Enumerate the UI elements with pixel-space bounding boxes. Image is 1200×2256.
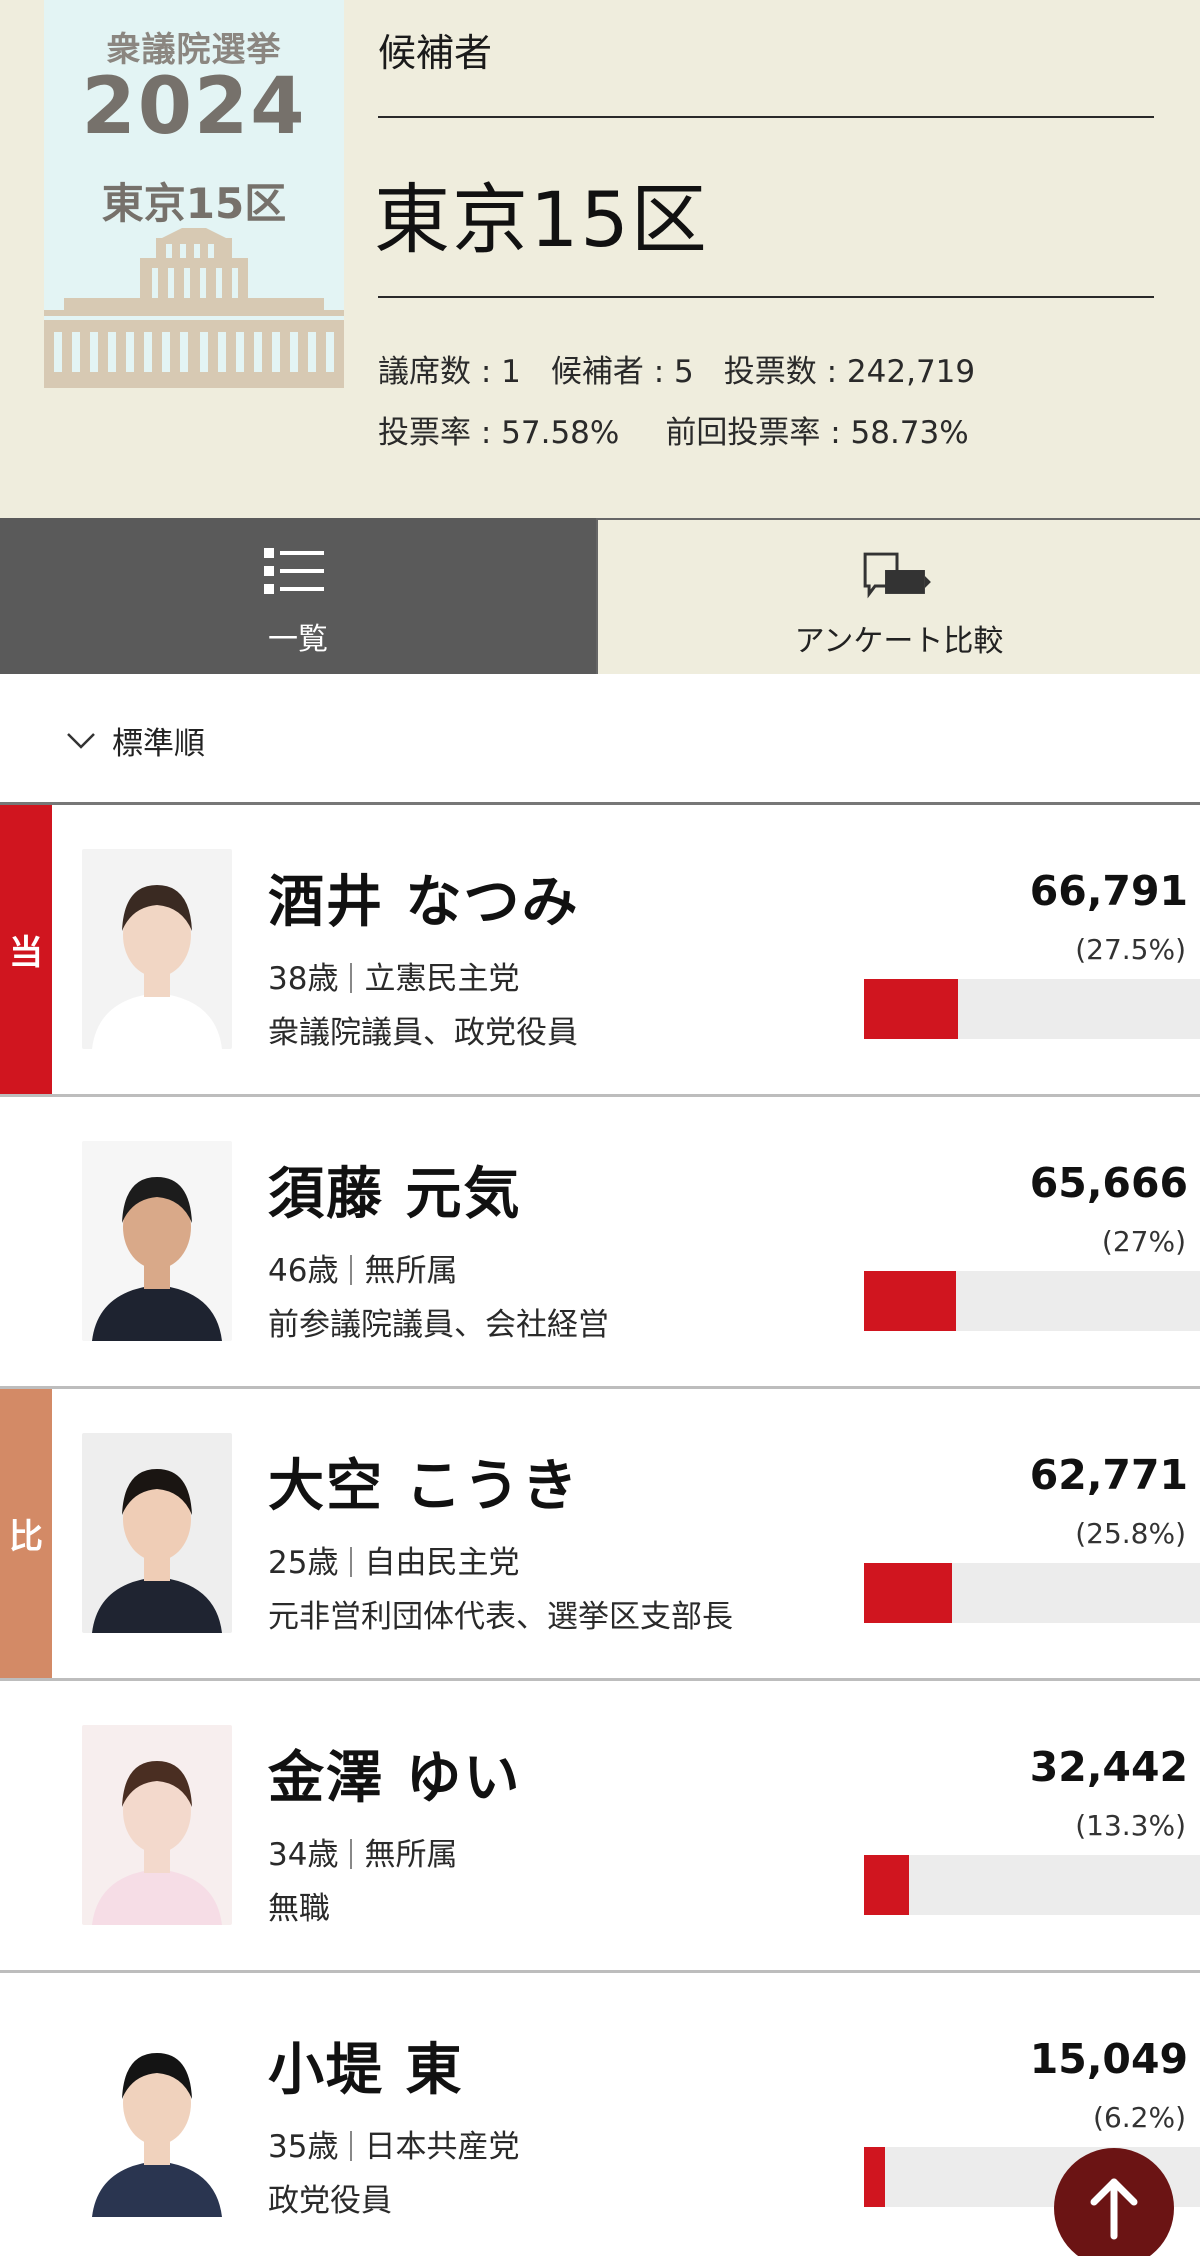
candidate-name[interactable]: 小堤 東 xyxy=(268,2025,464,2106)
result-badge: 比 xyxy=(0,1389,52,1678)
candidate-age-party: 38歳 立憲民主党 xyxy=(268,953,519,998)
vote-share-bar-fill xyxy=(864,1271,956,1331)
candidate-age: 34歳 xyxy=(268,1837,339,1873)
candidate-party: 無所属 xyxy=(364,1253,458,1289)
previous-turnout-stat: 前回投票率 : 58.73% xyxy=(665,415,969,451)
candidate-career: 前参議院議員、会社経営 xyxy=(268,1307,609,1343)
candidate-name[interactable]: 金澤 ゆい xyxy=(268,1733,522,1814)
candidate-party: 日本共産党 xyxy=(364,2129,520,2165)
candidate-photo xyxy=(82,1141,232,1341)
tab-survey-compare[interactable]: アンケート比較 xyxy=(596,518,1200,674)
divider xyxy=(378,116,1154,118)
candidate-photo xyxy=(82,849,232,1049)
candidate-age-party: 46歳 無所属 xyxy=(268,1245,457,1290)
vote-share-bar xyxy=(864,1855,1200,1915)
separator xyxy=(350,2131,353,2161)
logo-year: 2024 xyxy=(81,62,307,152)
view-tabs: 一覧 アンケート比較 xyxy=(0,518,1200,674)
candidate-career: 無職 xyxy=(268,1891,330,1927)
separator xyxy=(350,1255,353,1285)
logo-district: 東京15区 xyxy=(101,179,287,228)
stats-row: 投票率 : 57.58% 前回投票率 : 58.73% xyxy=(378,407,969,452)
header: 衆議院選挙 2024 東京15区 候補者 東京15区 議席数: 1 候補者:… xyxy=(0,0,1200,518)
candidate-name[interactable]: 須藤 元気 xyxy=(268,1149,522,1230)
vote-share-bar-fill xyxy=(864,1563,952,1623)
list-icon xyxy=(264,548,324,594)
turnout-stat: 投票率 : 57.58% xyxy=(378,415,620,451)
tab-survey-label: アンケート比較 xyxy=(794,624,1004,659)
vote-share-bar xyxy=(864,1563,1200,1623)
vote-share-bar xyxy=(864,1271,1200,1331)
vote-count: 62,771 xyxy=(1029,1451,1188,1499)
candidate-party: 立憲民主党 xyxy=(364,961,520,997)
separator xyxy=(350,963,353,993)
candidate-row[interactable]: 須藤 元気 46歳 無所属前参議院議員、会社経営 65,666 (27%) xyxy=(0,1094,1200,1386)
sort-label: 標準順 xyxy=(112,726,205,762)
votes-stat: 投票数 : 242,719 xyxy=(723,354,976,390)
compare-icon xyxy=(863,552,931,599)
candidate-age: 46歳 xyxy=(268,1253,339,1289)
candidate-row[interactable]: 当 酒井 なつみ 38歳 立憲民主党衆議院議員、政党役員 66,791 (27.5%) xyxy=(0,802,1200,1094)
candidate-career: 衆議院議員、政党役員 xyxy=(268,1015,578,1051)
candidate-name[interactable]: 大空 こうき xyxy=(268,1441,580,1522)
divider xyxy=(378,296,1154,298)
candidate-age: 25歳 xyxy=(268,1545,339,1581)
page-title: 東京15区 xyxy=(374,175,709,264)
candidate-row[interactable]: 小堤 東 35歳 日本共産党政党役員 15,049 (6.2%) xyxy=(0,1970,1200,2256)
candidate-photo xyxy=(82,2017,232,2217)
vote-share: (13.3%) xyxy=(1075,1809,1186,1842)
separator xyxy=(350,1547,353,1577)
separator xyxy=(350,1839,353,1869)
vote-share: (6.2%) xyxy=(1093,2101,1186,2134)
result-badge: 当 xyxy=(0,805,52,1094)
vote-share: (27.5%) xyxy=(1075,933,1186,966)
candidate-age: 35歳 xyxy=(268,2129,339,2165)
candidate-name[interactable]: 酒井 なつみ xyxy=(268,857,580,938)
sort-dropdown[interactable]: 標準順 xyxy=(64,718,205,763)
chevron-down-icon xyxy=(67,732,95,749)
seats-stat: 議席数 : 1 xyxy=(378,354,521,390)
vote-count: 65,666 xyxy=(1029,1159,1188,1207)
candidate-party: 自由民主党 xyxy=(364,1545,520,1581)
candidate-list: 当 酒井 なつみ 38歳 立憲民主党衆議院議員、政党役員 66,791 (27.5%) 須藤… xyxy=(0,802,1200,2256)
vote-share-bar-fill xyxy=(864,2147,885,2207)
candidate-age-party: 35歳 日本共産党 xyxy=(268,2121,519,2166)
candidate-row[interactable]: 金澤 ゆい 34歳 無所属 無職 32,442 (13.3%) xyxy=(0,1678,1200,1970)
vote-count: 66,791 xyxy=(1029,867,1188,915)
candidate-age-party: 25歳 自由民主党 xyxy=(268,1537,519,1582)
candidate-photo xyxy=(82,1433,232,1633)
diet-building-icon xyxy=(44,228,344,388)
vote-share: (25.8%) xyxy=(1075,1517,1186,1550)
vote-count: 32,442 xyxy=(1029,1743,1188,1791)
vote-count: 15,049 xyxy=(1029,2035,1188,2083)
vote-share: (27%) xyxy=(1101,1225,1186,1258)
candidate-career: 政党役員 xyxy=(268,2183,392,2219)
back-to-top-button[interactable] xyxy=(1054,2148,1174,2256)
candidate-party: 無所属 xyxy=(364,1837,458,1873)
arrow-up-icon xyxy=(1090,2178,1138,2240)
tab-list-label: 一覧 xyxy=(268,622,328,657)
section-label: 候補者 xyxy=(378,31,493,75)
candidate-age-party: 34歳 無所属 xyxy=(268,1829,457,1874)
vote-share-bar xyxy=(864,979,1200,1039)
candidate-row[interactable]: 比 大空 こうき 25歳 自由民主党元非営利団体代表、選挙区支部長 62,771 (25.… xyxy=(0,1386,1200,1678)
vote-share-bar-fill xyxy=(864,1855,909,1915)
candidates-stat: 候補者 : 5 xyxy=(550,354,694,390)
stats-row: 議席数 : 1 候補者 : 5 投票数 : 242,719 xyxy=(378,346,975,391)
tab-list[interactable]: 一覧 xyxy=(0,518,596,674)
vote-share-bar-fill xyxy=(864,979,958,1039)
candidate-age: 38歳 xyxy=(268,961,339,997)
election-logo: 衆議院選挙 2024 東京15区 xyxy=(44,0,344,388)
candidate-photo xyxy=(82,1725,232,1925)
candidate-career: 元非営利団体代表、選挙区支部長 xyxy=(268,1599,733,1635)
